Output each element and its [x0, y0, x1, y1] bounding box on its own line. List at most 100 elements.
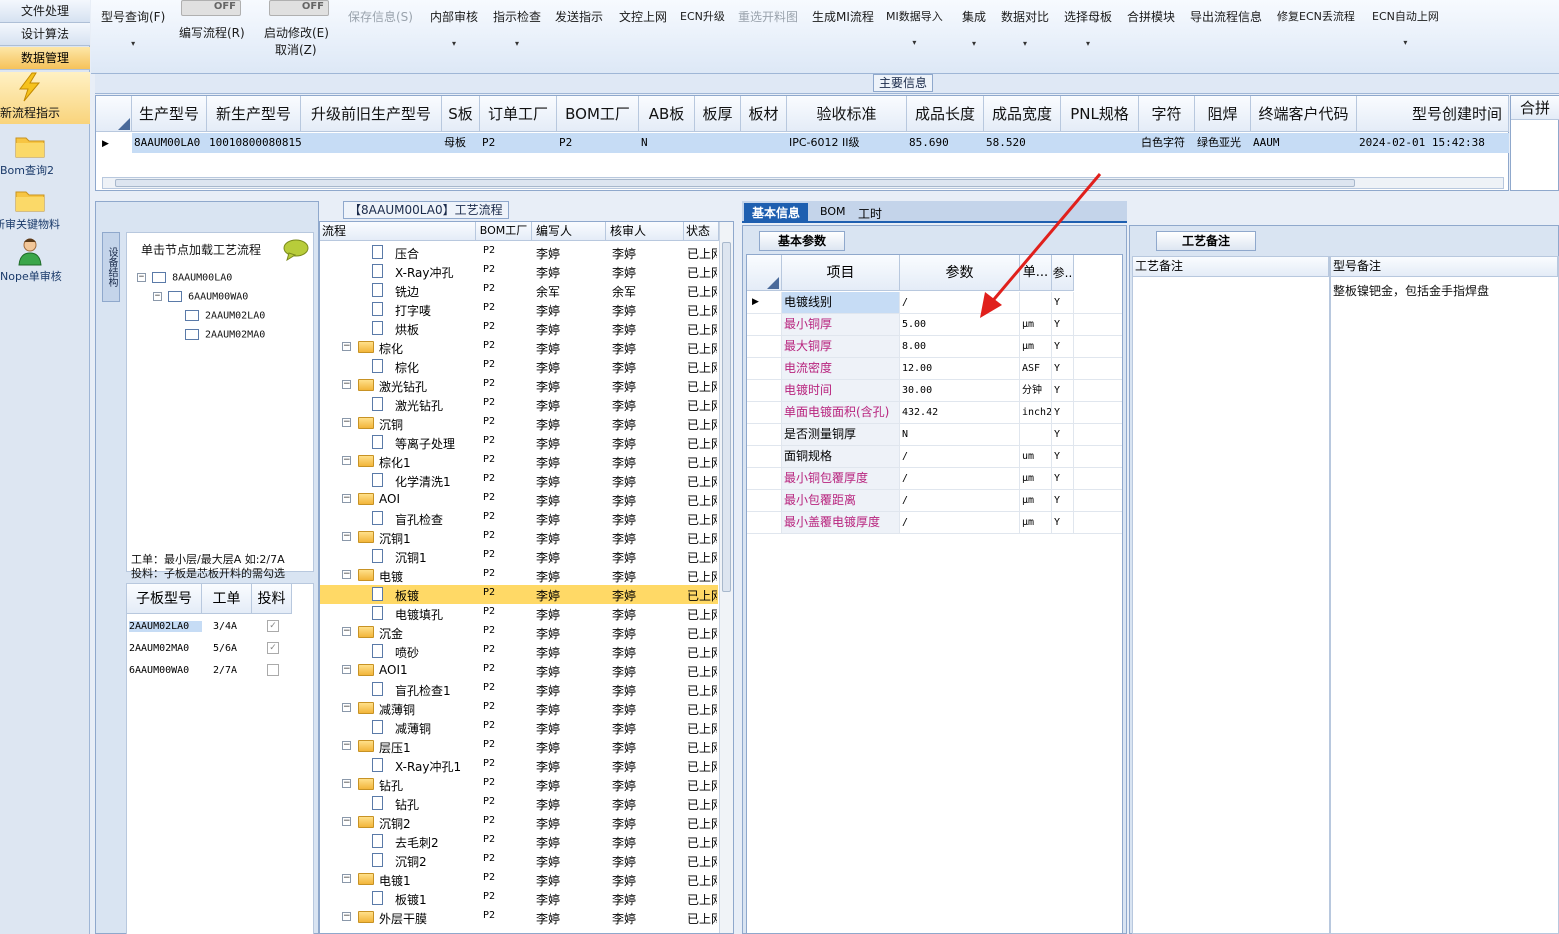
nav-item-new-flow[interactable]: 新流程指示: [0, 72, 90, 124]
flow-row[interactable]: 盲孔检查 P2 李婷 李婷 已上网: [320, 509, 718, 528]
flow-row[interactable]: − AOI P2 李婷 李婷 已上网: [320, 490, 718, 509]
collapse-icon[interactable]: −: [342, 456, 351, 465]
toolbar-compare[interactable]: 数据对比 ▾: [1001, 8, 1049, 48]
flow-row[interactable]: 板镀 P2 李婷 李婷 已上网: [320, 585, 718, 604]
cell[interactable]: N: [639, 133, 695, 153]
cell[interactable]: AAUM: [1251, 133, 1357, 153]
flow-row[interactable]: X-Ray冲孔 P2 李婷 李婷 已上网: [320, 262, 718, 281]
toolbar-gen-mi[interactable]: 生成MI流程: [812, 8, 874, 25]
cell[interactable]: 85.690: [907, 133, 984, 153]
cell[interactable]: P2: [557, 133, 639, 153]
collapse-icon[interactable]: −: [342, 874, 351, 883]
sub-row-order[interactable]: 5/6A: [213, 643, 237, 654]
flow-row[interactable]: − 层压1 P2 李婷 李婷 已上网: [320, 737, 718, 756]
flow-row[interactable]: − 沉铜 P2 李婷 李婷 已上网: [320, 414, 718, 433]
toolbar-model-query[interactable]: 型号查询(F) ▾: [101, 8, 165, 48]
cell[interactable]: P2: [480, 133, 557, 153]
collapse-icon[interactable]: −: [342, 665, 351, 674]
tab-hours[interactable]: 工时: [858, 205, 882, 222]
row-indicator[interactable]: ▶: [96, 133, 132, 153]
collapse-icon[interactable]: −: [342, 779, 351, 788]
tab-bom[interactable]: BOM: [820, 205, 846, 218]
tab-basic-info[interactable]: 基本信息: [744, 203, 808, 223]
toolbar-write-flow[interactable]: 编写流程(R): [179, 24, 245, 41]
param-row[interactable]: 是否测量铜厚 N Y: [747, 424, 1122, 446]
cell[interactable]: 58.520: [984, 133, 1061, 153]
flow-row[interactable]: − 电镀1 P2 李婷 李婷 已上网: [320, 870, 718, 889]
toolbar-send[interactable]: 发送指示: [555, 8, 603, 25]
feed-checkbox[interactable]: ✓: [267, 620, 279, 632]
flow-row[interactable]: 电镀填孔 P2 李婷 李婷 已上网: [320, 604, 718, 623]
cell[interactable]: IPC-6012 II级: [787, 133, 907, 153]
toolbar-save[interactable]: 保存信息(S): [348, 8, 413, 25]
cell[interactable]: 白色字符: [1139, 133, 1195, 153]
param-row[interactable]: 最小盖覆电镀厚度 / μm Y: [747, 512, 1122, 534]
model-remarks-box[interactable]: 型号备注 整板镍钯金，包括金手指焊盘: [1330, 256, 1559, 934]
flow-row[interactable]: − 激光钻孔 P2 李婷 李婷 已上网: [320, 376, 718, 395]
sub-row-order[interactable]: 3/4A: [213, 621, 237, 632]
cell[interactable]: 母板: [442, 133, 480, 153]
cell[interactable]: [695, 133, 741, 153]
flow-vertical-scrollbar[interactable]: [719, 222, 733, 933]
collapse-icon[interactable]: −: [342, 380, 351, 389]
flow-row[interactable]: 化学清洗1 P2 李婷 李婷 已上网: [320, 471, 718, 490]
flow-row[interactable]: 压合 P2 李婷 李婷 已上网: [320, 243, 718, 262]
flow-row[interactable]: − 沉铜1 P2 李婷 李婷 已上网: [320, 528, 718, 547]
flow-row[interactable]: 烘板 P2 李婷 李婷 已上网: [320, 319, 718, 338]
feed-checkbox[interactable]: ✓: [267, 642, 279, 654]
flow-row[interactable]: − 棕化 P2 李婷 李婷 已上网: [320, 338, 718, 357]
scrollbar-thumb[interactable]: [115, 179, 1355, 187]
toggle-write-flow[interactable]: OFF: [181, 0, 241, 16]
flow-row[interactable]: 等离子处理 P2 李婷 李婷 已上网: [320, 433, 718, 452]
toolbar-mi-import[interactable]: MI数据导入 ▾: [886, 8, 943, 47]
collapse-icon[interactable]: −: [342, 741, 351, 750]
param-row[interactable]: 最小包覆距离 / μm Y: [747, 490, 1122, 512]
sub-row-order[interactable]: 2/7A: [213, 665, 237, 676]
flow-row[interactable]: − 电镀 P2 李婷 李婷 已上网: [320, 566, 718, 585]
toolbar-cancel[interactable]: 取消(Z): [275, 41, 317, 58]
collapse-icon[interactable]: −: [342, 532, 351, 541]
flow-row[interactable]: − 减薄铜 P2 李婷 李婷 已上网: [320, 699, 718, 718]
collapse-icon[interactable]: −: [342, 912, 351, 921]
param-row[interactable]: 最小铜包覆厚度 / μm Y: [747, 468, 1122, 490]
process-remarks-box[interactable]: 工艺备注: [1132, 256, 1330, 934]
flow-row[interactable]: − 棕化1 P2 李婷 李婷 已上网: [320, 452, 718, 471]
flow-row[interactable]: 盲孔检查1 P2 李婷 李婷 已上网: [320, 680, 718, 699]
nav-tab-design[interactable]: 设计算法: [0, 23, 90, 46]
scrollbar-thumb[interactable]: [722, 242, 731, 592]
cell[interactable]: 绿色亚光: [1195, 133, 1251, 153]
cell[interactable]: 8AAUM00LA0: [132, 133, 207, 153]
flow-row[interactable]: 板镀1 P2 李婷 李婷 已上网: [320, 889, 718, 908]
collapse-icon[interactable]: −: [342, 570, 351, 579]
flow-row[interactable]: 沉铜2 P2 李婷 李婷 已上网: [320, 851, 718, 870]
tree-node-root[interactable]: − 8AAUM00LA0: [137, 272, 232, 284]
flow-row[interactable]: 沉铜1 P2 李婷 李婷 已上网: [320, 547, 718, 566]
tree-node[interactable]: 2AAUM02LA0: [185, 310, 265, 322]
flow-row[interactable]: 钻孔 P2 李婷 李婷 已上网: [320, 794, 718, 813]
toolbar-merge[interactable]: 合拼模块: [1127, 8, 1175, 25]
collapse-icon[interactable]: −: [342, 418, 351, 427]
toolbar-fix-ecn[interactable]: 修复ECN丢流程: [1277, 8, 1355, 24]
vertical-tab-structure[interactable]: 设备结构: [102, 232, 120, 302]
nav-tab-file[interactable]: 文件处理: [0, 0, 90, 23]
flow-row[interactable]: 激光钻孔 P2 李婷 李婷 已上网: [320, 395, 718, 414]
flow-row[interactable]: 去毛刺2 P2 李婷 李婷 已上网: [320, 832, 718, 851]
flow-row[interactable]: 打字唛 P2 李婷 李婷 已上网: [320, 300, 718, 319]
sub-row-model[interactable]: 2AAUM02LA0: [129, 621, 202, 632]
collapse-icon[interactable]: −: [342, 703, 351, 712]
nav-item-key-material[interactable]: 新审关键物料: [0, 184, 90, 234]
sub-row-model[interactable]: 2AAUM02MA0: [129, 643, 189, 654]
tree-node[interactable]: − 6AAUM00WA0: [153, 291, 248, 303]
nav-item-nope-review[interactable]: Nope单审核: [0, 236, 90, 286]
toolbar-internal-review[interactable]: 内部审核 ▾: [430, 8, 478, 48]
tab-process-remarks[interactable]: 工艺备注: [1156, 231, 1256, 251]
nav-tab-data[interactable]: 数据管理: [0, 47, 90, 70]
toolbar-doc-online[interactable]: 文控上网: [619, 8, 667, 25]
cell[interactable]: 10010800080815: [207, 133, 301, 153]
toggle-start-modify[interactable]: OFF: [269, 0, 329, 16]
param-row[interactable]: 电镀时间 30.00 分钟 Y: [747, 380, 1122, 402]
param-row[interactable]: 面铜规格 / um Y: [747, 446, 1122, 468]
cell[interactable]: [301, 133, 442, 153]
toolbar-select-mother[interactable]: 选择母板 ▾: [1064, 8, 1112, 48]
flow-row[interactable]: − 外层干膜 P2 李婷 李婷 已上网: [320, 908, 718, 927]
